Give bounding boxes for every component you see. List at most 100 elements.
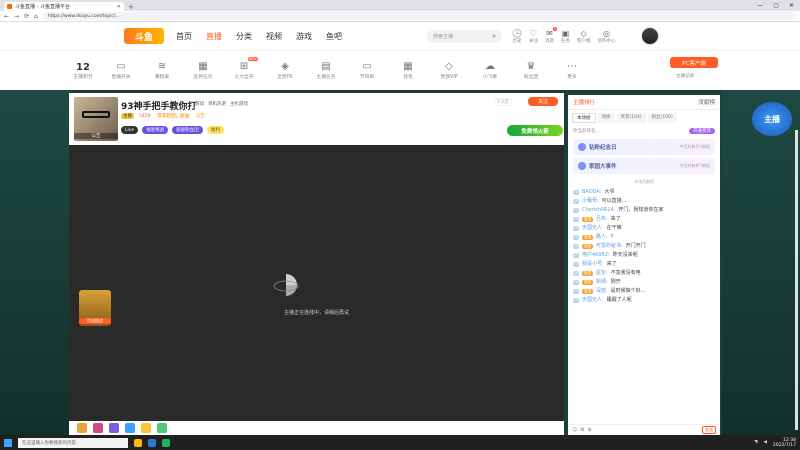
gift-icon[interactable] [157, 423, 167, 433]
send-button[interactable]: 发送 [702, 426, 716, 434]
minimize-button[interactable]: — [757, 2, 763, 9]
anniversary-card[interactable]: 钻粉纪念日 今日共有7个粉丝 [573, 139, 715, 155]
gift-icon[interactable] [109, 423, 119, 433]
taskbar-clock[interactable]: 12:38 2022/7/17 [773, 438, 796, 448]
gold-chest-label: 欢迎挑战 [79, 318, 111, 324]
browser-tab[interactable]: 斗鱼直播 - 斗鱼直播平台 ✕ [4, 2, 124, 11]
favicon-icon [7, 4, 12, 9]
nav-category[interactable]: 分类 [236, 31, 252, 42]
search-icon[interactable]: ⌕ [492, 32, 496, 41]
live-pill[interactable]: Live [121, 126, 139, 134]
left-background [0, 90, 69, 435]
chrome-icon[interactable] [162, 438, 170, 447]
gift-icon[interactable] [125, 423, 135, 433]
lucky-pill[interactable]: 福星挑战 [142, 126, 169, 134]
gift-icon[interactable] [77, 423, 87, 433]
activity-item[interactable]: ⊞ 火力全开 NEW [226, 57, 262, 80]
subtab-vip[interactable]: 贵宾(104) [616, 113, 646, 123]
category-link[interactable]: 游戏 [195, 101, 204, 107]
home-event-card[interactable]: 家园大事件 今日共有8个粉丝 [573, 158, 715, 174]
nav-home[interactable]: 首页 [176, 31, 192, 42]
volume-icon[interactable]: ◀ [763, 440, 766, 445]
windows-start-icon[interactable] [4, 438, 12, 447]
network-icon[interactable]: ◥ [754, 440, 757, 445]
hot-count: 5459 [139, 113, 151, 119]
task-icon: ▤ [321, 61, 331, 72]
url-input[interactable]: https://www.douyu.com/topic/... [42, 12, 796, 20]
emoji-icon[interactable]: ☺ [572, 427, 577, 433]
site-logo[interactable]: 斗鱼 [124, 28, 164, 44]
nav-video[interactable]: 视频 [266, 31, 282, 42]
close-window-button[interactable]: ✕ [789, 2, 794, 9]
nav-yuba[interactable]: 鱼吧 [326, 31, 342, 42]
calendar-icon: ▦ [198, 61, 208, 72]
category-link[interactable]: 单机热游 [208, 101, 226, 107]
tab-anchor-rank[interactable]: 主播排行 [573, 98, 595, 106]
gift-icon[interactable] [141, 423, 151, 433]
subtab-week[interactable]: 周榜 [597, 113, 615, 123]
chat-message: LV 小葡萄: 可以直接… [573, 198, 627, 204]
back-button[interactable]: ← [4, 13, 9, 20]
tab-contrib[interactable]: 贡献榜 [698, 98, 715, 106]
schedule-icon: ≋ [157, 61, 167, 72]
activity-item[interactable]: ▭ 节目单 [349, 61, 385, 80]
welfare-pill[interactable]: 福利 [206, 126, 224, 134]
search-box[interactable]: 搜索主播 ⌕ [427, 29, 502, 43]
follow-list-button[interactable]: ♡ 关注 [529, 29, 538, 44]
maximize-button[interactable]: ▢ [773, 2, 779, 9]
address-bar: ← → ⟳ ⌂ https://www.douyu.com/topic/... [0, 11, 800, 22]
taskbar-search[interactable]: 在这里输入你要搜索的内容 [18, 437, 128, 448]
forward-button[interactable]: → [14, 13, 19, 20]
location-icon: ◎ [602, 28, 610, 38]
subtab-fans[interactable]: 粉丝(100) [647, 113, 677, 123]
open-vip-button[interactable]: 开通贵宾 [689, 128, 715, 134]
notice-label[interactable]: 公告 [196, 113, 205, 119]
fan-icon[interactable]: ♛ [587, 427, 591, 433]
search-input[interactable]: 搜索主播 [433, 33, 453, 40]
nav-game[interactable]: 游戏 [296, 31, 312, 42]
task-button[interactable]: ▣ 任务 [561, 29, 570, 44]
history-button[interactable]: 🕒 历史 [512, 29, 522, 44]
video-player[interactable]: 主播正在连线中，请稍后再试 [69, 145, 564, 430]
reload-button[interactable]: ⟳ [24, 13, 29, 20]
message-button[interactable]: ✉ 消息 9 [545, 26, 557, 44]
chat-message: LV 天国无人: 在干嘛 [573, 225, 622, 231]
follow-button[interactable]: 关注 [528, 97, 558, 106]
anchor-avatar[interactable]: 公告 [74, 97, 118, 141]
close-tab-icon[interactable]: ✕ [117, 4, 121, 10]
home-button[interactable]: ⌂ [34, 13, 38, 20]
folder-icon[interactable] [134, 438, 142, 447]
gold-chest[interactable]: 欢迎挑战 [79, 290, 111, 326]
nav-live[interactable]: 直播 [206, 31, 222, 42]
activity-item[interactable]: ≋ 赛程表 [144, 61, 180, 80]
free-gift-button[interactable]: 免费领火箭 [507, 125, 563, 136]
edge-icon[interactable] [148, 438, 156, 447]
video-message: 主播正在连线中，请稍后再试 [283, 310, 349, 316]
client-button[interactable]: ◇ 客户端 [577, 29, 591, 44]
room-category: 游戏 单机热游 主机游戏 [195, 101, 248, 107]
activity-item[interactable]: ▦ 钱包 [390, 61, 426, 80]
page-scrollbar[interactable] [795, 130, 798, 430]
message-badge: 9 [552, 26, 557, 31]
creator-button[interactable]: ◎ 创作中心 [597, 29, 615, 44]
mascot-badge[interactable]: 主播 [752, 102, 792, 136]
user-avatar[interactable] [641, 27, 660, 45]
pc-client-button[interactable]: PC客户端 [670, 57, 718, 68]
chat-message: LV 宝宝 深蓝: 是时候做个好… [573, 288, 646, 294]
gift-icon[interactable]: ✿ [580, 427, 584, 433]
gift-icon[interactable] [93, 423, 103, 433]
activity-item[interactable]: ◈ 全民PK [267, 61, 303, 80]
activity-item[interactable]: ◇ 贵族VIP [431, 61, 467, 80]
activity-item[interactable]: ▦ 签到任务 [185, 61, 221, 80]
vip-badge: 主播 [121, 113, 134, 119]
heart-icon: ♡ [529, 28, 538, 38]
activity-item[interactable]: ▭ 直播开关 [103, 61, 139, 80]
new-tab-button[interactable]: + [128, 3, 134, 11]
activity-item[interactable]: ☁ 小飞象 [472, 61, 508, 80]
activity-item[interactable]: ♛ 粉丝团 [513, 61, 549, 80]
activity-item[interactable]: ▤ 主播任务 [308, 61, 344, 80]
fan-club-pill[interactable]: 超级粉丝团 [172, 126, 203, 134]
category-link[interactable]: 主机游戏 [230, 101, 248, 107]
subtab-current[interactable]: 本场榜 [572, 113, 596, 123]
activity-item[interactable]: ⋯ 更多 [554, 61, 590, 80]
